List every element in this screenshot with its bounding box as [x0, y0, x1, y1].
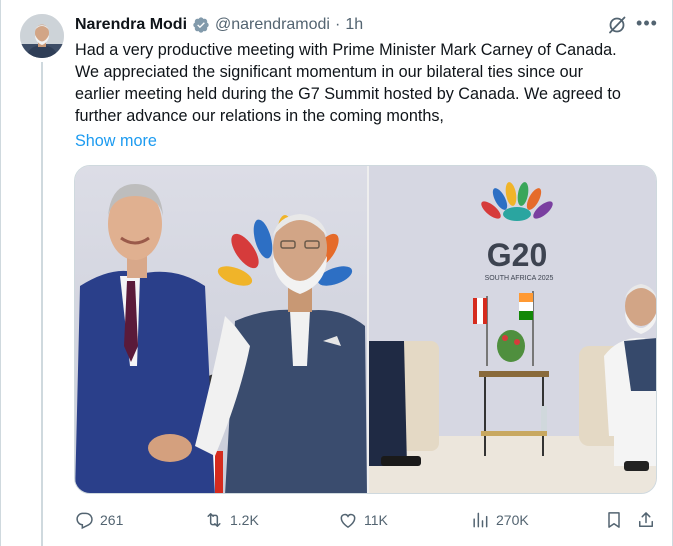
g20-subtitle-text: SOUTH AFRICA 2025 [485, 275, 554, 282]
photo-meeting[interactable]: G20 SOUTH AFRICA 2025 [369, 166, 656, 493]
avatar[interactable] [20, 14, 64, 58]
tweet-actions: 261 1.2K 11K 270K [74, 506, 659, 534]
share-button[interactable] [636, 506, 656, 534]
verified-badge-icon [192, 16, 210, 34]
bookmark-button[interactable] [604, 506, 624, 534]
more-icon[interactable]: ••• [636, 14, 658, 35]
like-button[interactable]: 11K [338, 506, 388, 534]
tweet-text: Had a very productive meeting with Prime… [75, 39, 665, 127]
bookmark-icon [608, 512, 620, 528]
repost-icon [207, 513, 221, 527]
reply-icon [76, 512, 93, 530]
views-count: 270K [496, 512, 529, 528]
views-button[interactable]: 270K [470, 506, 529, 534]
tweet-text-line: Had a very productive meeting with Prime… [75, 41, 617, 59]
tweet-text-line: earlier meeting held during the G7 Summi… [75, 85, 621, 103]
author-handle[interactable]: @narendramodi [215, 16, 330, 34]
repost-button[interactable]: 1.2K [204, 506, 259, 534]
separator-dot: · [334, 16, 341, 33]
timestamp[interactable]: 1h [345, 16, 363, 34]
media-grid: G20 SOUTH AFRICA 2025 [74, 165, 657, 494]
photo-handshake[interactable] [75, 166, 367, 493]
tweet-header: Narendra Modi @narendramodi · 1h [75, 14, 363, 36]
author-name[interactable]: Narendra Modi [75, 16, 187, 34]
like-count: 11K [364, 512, 388, 528]
tweet-text-line: We appreciated the significant momentum … [75, 63, 584, 81]
views-icon [473, 512, 488, 528]
repost-count: 1.2K [230, 512, 259, 528]
share-icon [639, 512, 653, 527]
like-icon [340, 513, 356, 528]
reply-button[interactable]: 261 [74, 506, 123, 534]
thread-line [41, 62, 43, 546]
g20-logo-text: G20 [487, 237, 547, 273]
show-more-link[interactable]: Show more [75, 130, 157, 152]
reply-count: 261 [100, 512, 124, 528]
grok-icon[interactable] [607, 15, 627, 35]
tweet-text-line: further advance our relations in the com… [75, 107, 444, 125]
